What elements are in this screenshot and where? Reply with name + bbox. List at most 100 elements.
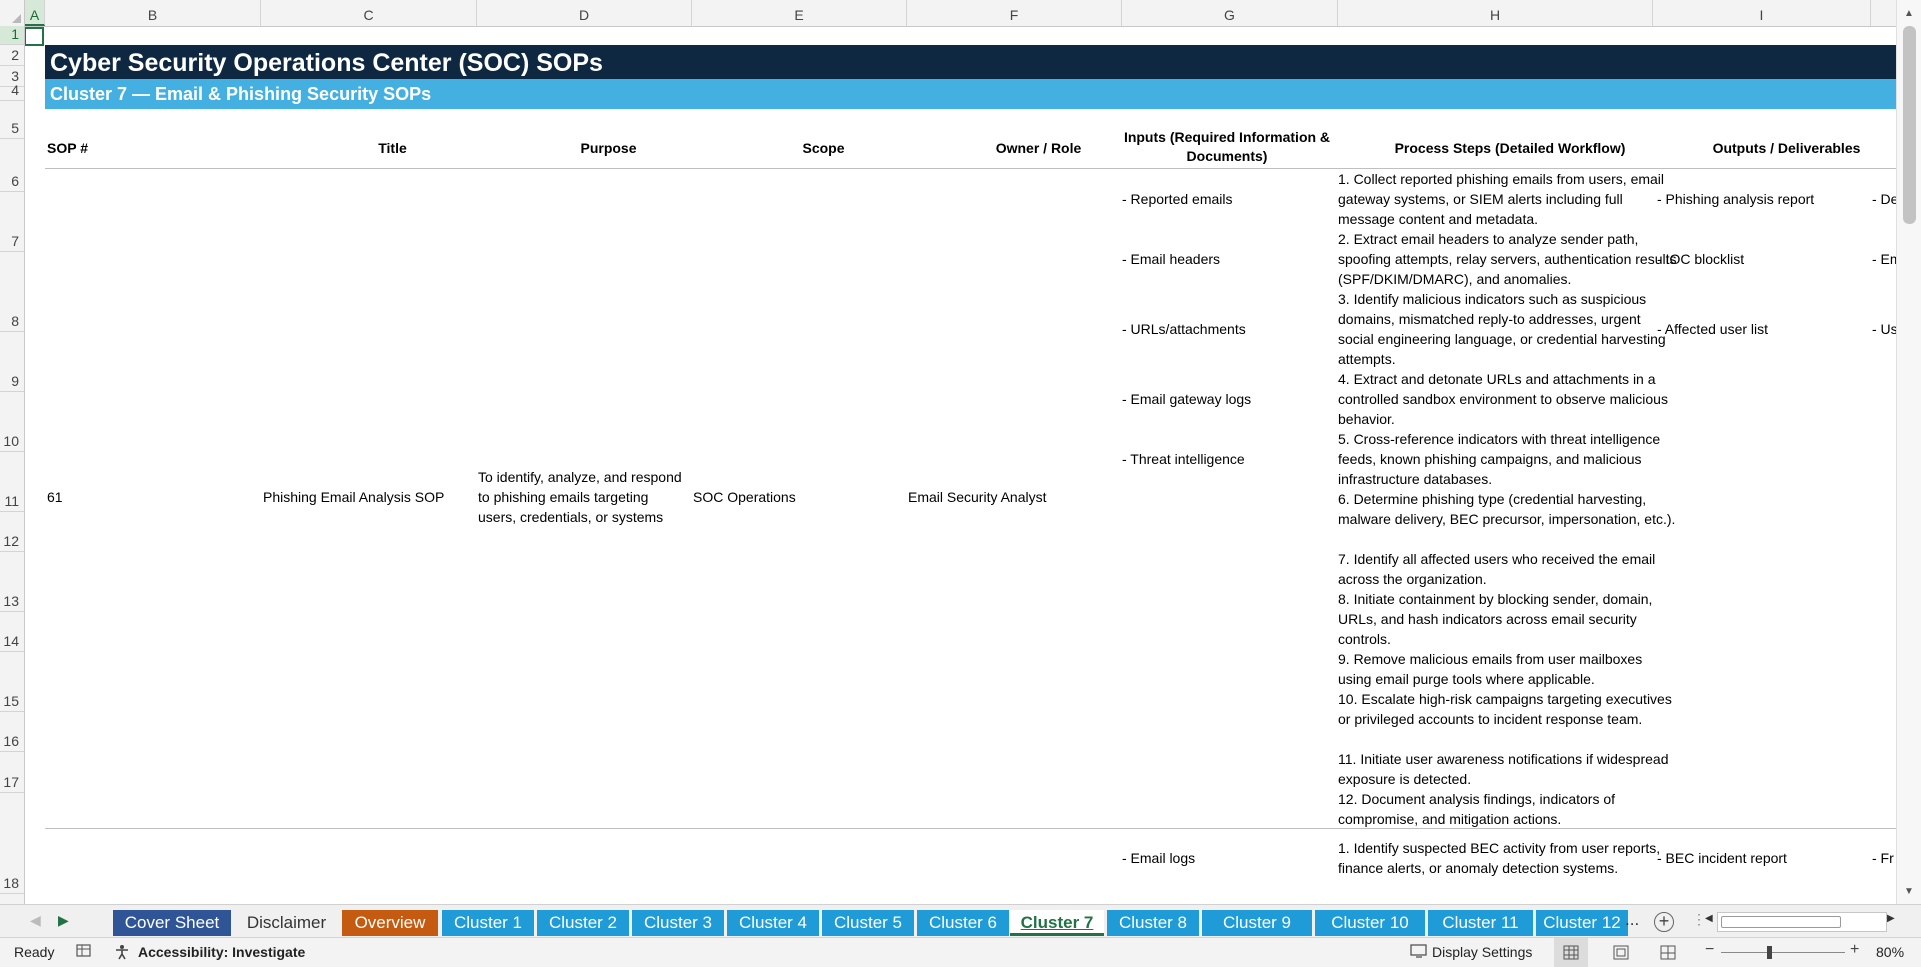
process-step: 2. Extract email headers to analyze send… bbox=[1338, 231, 1677, 287]
scroll-right-icon[interactable]: ▶ bbox=[1887, 913, 1895, 924]
row-header-14[interactable]: 14 bbox=[0, 612, 24, 652]
worksheet-grid[interactable]: Cyber Security Operations Center (SOC) S… bbox=[25, 27, 1896, 904]
sheet-tab-cluster-4[interactable]: Cluster 4 bbox=[727, 910, 819, 936]
row-header-1[interactable]: 1 bbox=[0, 26, 24, 45]
header-outputs: Outputs / Deliverables bbox=[1712, 140, 1861, 156]
display-settings-label[interactable]: Display Settings bbox=[1432, 944, 1532, 960]
sop-output-item: - Phishing analysis report bbox=[1657, 191, 1815, 207]
sop-purpose-cell: To identify, analyze, and respond to phi… bbox=[478, 469, 682, 525]
more-tabs-ellipsis[interactable]: ... bbox=[1625, 910, 1639, 930]
sheet-tab-cluster-6[interactable]: Cluster 6 bbox=[917, 910, 1009, 936]
column-j-partial: - De bbox=[1872, 191, 1896, 207]
sop-scope-cell: SOC Operations bbox=[693, 489, 796, 505]
status-bar: Ready Accessibility: Investigate Display… bbox=[0, 937, 1921, 967]
header-sop-number: SOP # bbox=[47, 140, 88, 156]
sop-output-item: - Affected user list bbox=[1657, 321, 1769, 337]
row-header-5[interactable]: 5 bbox=[0, 101, 24, 139]
sheet-tab-cluster-2[interactable]: Cluster 2 bbox=[537, 910, 629, 936]
vertical-scroll-thumb[interactable] bbox=[1903, 26, 1916, 224]
sheet-tab-cluster-3[interactable]: Cluster 3 bbox=[632, 910, 724, 936]
row-header-10[interactable]: 10 bbox=[0, 392, 24, 452]
column-header-e[interactable]: E bbox=[692, 0, 907, 26]
sheet-tab-cluster-11[interactable]: Cluster 11 bbox=[1428, 910, 1533, 936]
column-header-bar: ABCDEFGHI bbox=[0, 0, 1921, 27]
scroll-up-icon[interactable]: ▲ bbox=[1904, 8, 1914, 19]
column-header-h[interactable]: H bbox=[1338, 0, 1653, 26]
sheet-tab-cluster-7[interactable]: Cluster 7 bbox=[1010, 910, 1104, 936]
column-header-a[interactable]: A bbox=[25, 0, 45, 26]
macro-record-icon[interactable] bbox=[76, 943, 94, 962]
scroll-down-icon[interactable]: ▼ bbox=[1904, 886, 1914, 897]
page-break-view-icon[interactable] bbox=[1660, 945, 1676, 963]
column-header-b[interactable]: B bbox=[45, 0, 261, 26]
tab-splitter-icon[interactable]: ⋮ bbox=[1692, 911, 1706, 928]
row-divider bbox=[45, 828, 1896, 829]
sheet-tab-cluster-12[interactable]: Cluster 12 bbox=[1536, 910, 1628, 936]
process-step: 7. Identify all affected users who recei… bbox=[1338, 551, 1656, 587]
process-step: 10. Escalate high-risk campaigns targeti… bbox=[1338, 691, 1672, 727]
horizontal-scrollbar[interactable] bbox=[1717, 912, 1887, 932]
display-settings-icon[interactable] bbox=[1410, 943, 1428, 962]
sheet-tab-cover-sheet[interactable]: Cover Sheet bbox=[113, 910, 231, 936]
column-j-partial: - Us bbox=[1872, 321, 1896, 337]
column-header-g[interactable]: G bbox=[1122, 0, 1338, 26]
row-header-2[interactable]: 2 bbox=[0, 45, 24, 66]
header-inputs: Inputs (Required Information & Documents… bbox=[1123, 129, 1331, 164]
row-header-13[interactable]: 13 bbox=[0, 552, 24, 612]
zoom-out-icon[interactable]: − bbox=[1705, 941, 1714, 959]
add-sheet-icon[interactable]: + bbox=[1654, 912, 1674, 932]
row-header-12[interactable]: 12 bbox=[0, 512, 24, 552]
column-j-partial: - Fr bbox=[1872, 850, 1894, 866]
zoom-in-icon[interactable]: + bbox=[1850, 941, 1859, 959]
column-header-i[interactable]: I bbox=[1653, 0, 1871, 26]
header-process-steps: Process Steps (Detailed Workflow) bbox=[1394, 140, 1626, 156]
sheet-tab-disclaimer[interactable]: Disclaimer bbox=[233, 910, 340, 936]
accessibility-status[interactable]: Accessibility: Investigate bbox=[138, 944, 305, 960]
process-step: 9. Remove malicious emails from user mai… bbox=[1338, 651, 1643, 687]
accessibility-icon[interactable] bbox=[114, 943, 132, 964]
sheet-tab-overview[interactable]: Overview bbox=[342, 910, 438, 936]
sop-title-cell: Phishing Email Analysis SOP bbox=[263, 489, 445, 505]
sop-output-item: - BEC incident report bbox=[1657, 850, 1787, 866]
row-header-18[interactable]: 18 bbox=[0, 793, 24, 894]
page-layout-view-icon[interactable] bbox=[1613, 945, 1629, 963]
row-header-8[interactable]: 8 bbox=[0, 252, 24, 332]
sheet-title-banner: Cyber Security Operations Center (SOC) S… bbox=[45, 45, 1896, 79]
status-ready: Ready bbox=[14, 944, 55, 960]
sop-input-item: - Email gateway logs bbox=[1122, 391, 1252, 407]
sheet-tab-cluster-5[interactable]: Cluster 5 bbox=[822, 910, 914, 936]
sop-input-item: - Email headers bbox=[1122, 251, 1221, 267]
vertical-scrollbar[interactable]: ▲ ▼ bbox=[1896, 0, 1921, 904]
normal-view-icon[interactable] bbox=[1554, 938, 1588, 967]
zoom-slider-thumb[interactable] bbox=[1767, 946, 1772, 959]
row-header-16[interactable]: 16 bbox=[0, 712, 24, 752]
scroll-left-icon[interactable]: ◀ bbox=[1705, 913, 1713, 924]
row-header-4[interactable]: 4 bbox=[0, 82, 24, 101]
sheet-subtitle-banner: Cluster 7 — Email & Phishing Security SO… bbox=[45, 79, 1896, 109]
zoom-level[interactable]: 80% bbox=[1876, 944, 1904, 960]
sop-input-item: - URLs/attachments bbox=[1122, 321, 1246, 337]
row-header-7[interactable]: 7 bbox=[0, 192, 24, 252]
active-cell-a1[interactable] bbox=[25, 27, 44, 46]
sheet-tab-cluster-8[interactable]: Cluster 8 bbox=[1107, 910, 1199, 936]
row-header-17[interactable]: 17 bbox=[0, 752, 24, 793]
column-header-f[interactable]: F bbox=[907, 0, 1122, 26]
process-step: 8. Initiate containment by blocking send… bbox=[1338, 591, 1653, 647]
row-header-6[interactable]: 6 bbox=[0, 139, 24, 192]
sheet-tabs-bar: ◀ ▶ Cover Sheet Disclaimer Overview Cluster… bbox=[0, 904, 1921, 937]
sheet-tab-cluster-1[interactable]: Cluster 1 bbox=[442, 910, 534, 936]
select-all-corner[interactable] bbox=[0, 0, 25, 26]
process-step: 11. Initiate user awareness notification… bbox=[1338, 751, 1669, 787]
sheet-tab-cluster-10[interactable]: Cluster 10 bbox=[1315, 910, 1425, 936]
column-header-d[interactable]: D bbox=[477, 0, 692, 26]
process-step: 3. Identify malicious indicators such as… bbox=[1338, 291, 1666, 367]
sheet-tab-cluster-9[interactable]: Cluster 9 bbox=[1202, 910, 1312, 936]
next-sheet-icon[interactable]: ▶ bbox=[58, 912, 69, 929]
row-header-11[interactable]: 11 bbox=[0, 452, 24, 512]
horizontal-scroll-thumb[interactable] bbox=[1721, 916, 1841, 928]
column-header-c[interactable]: C bbox=[261, 0, 477, 26]
zoom-slider-track[interactable] bbox=[1721, 952, 1845, 953]
prev-sheet-icon[interactable]: ◀ bbox=[30, 912, 41, 929]
row-header-15[interactable]: 15 bbox=[0, 652, 24, 712]
row-header-9[interactable]: 9 bbox=[0, 332, 24, 392]
